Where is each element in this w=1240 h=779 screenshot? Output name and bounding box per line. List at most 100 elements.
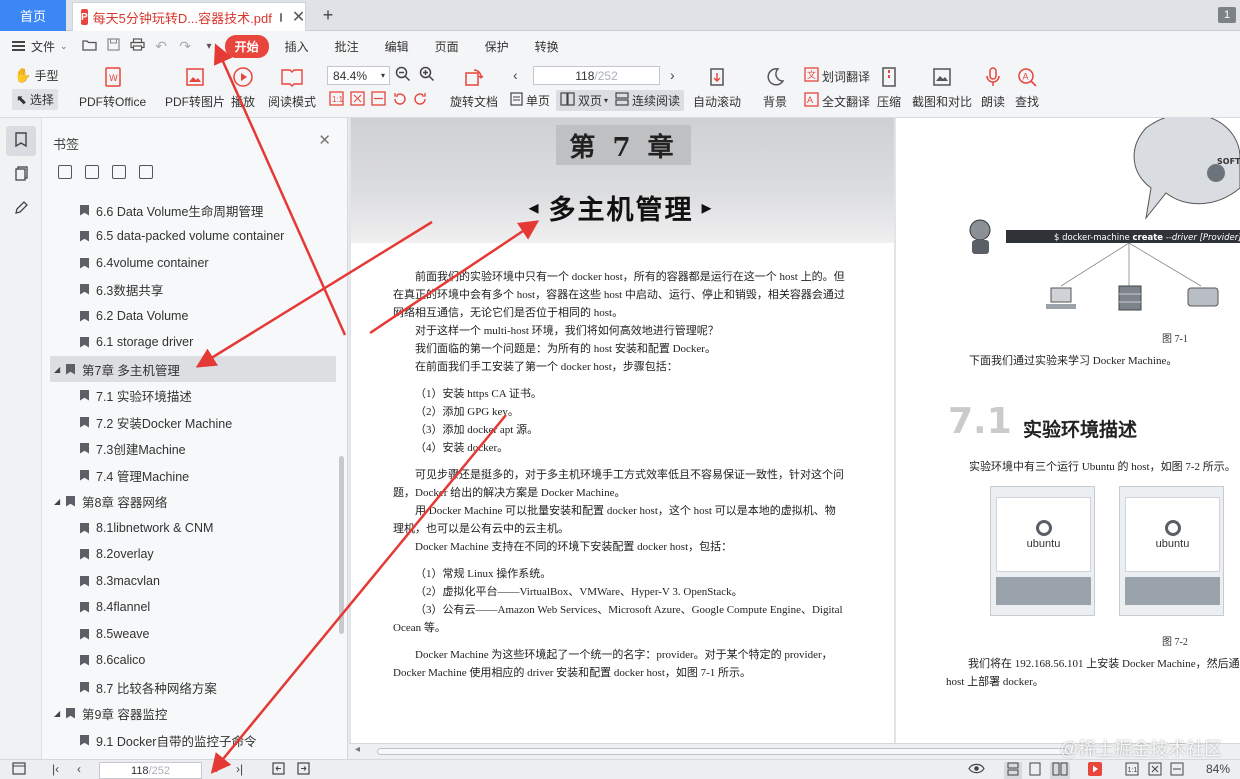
zoom-in-icon[interactable] (419, 66, 435, 85)
rotate-document-button[interactable]: 旋转文档 (450, 65, 498, 110)
bookmark-item[interactable]: 7.1 实验环境描述 (50, 382, 336, 408)
print-icon[interactable] (129, 38, 145, 54)
back-icon[interactable] (272, 762, 285, 778)
expanded-triangle-icon[interactable]: ◢ (54, 709, 62, 718)
full-translate-button[interactable]: A 全文翻译 (804, 92, 870, 110)
previous-page-icon[interactable]: ‹ (77, 762, 81, 776)
annotation-panel-button[interactable] (6, 194, 36, 224)
menu-tab-start[interactable]: 开始 (224, 34, 269, 58)
bookmark-item[interactable]: 8.4flannel (50, 594, 336, 620)
select-tool-button[interactable]: ⬉ 选择 (12, 89, 58, 110)
continuous-read-button[interactable]: 连续阅读 (611, 90, 685, 111)
view-double-icon[interactable] (1050, 762, 1070, 779)
menu-tab-insert[interactable]: 插入 (275, 35, 319, 58)
eye-protection-icon[interactable] (968, 762, 985, 778)
bookmark-item[interactable]: 8.6calico (50, 647, 336, 673)
forward-icon[interactable] (297, 762, 310, 778)
rotate-right-icon[interactable] (413, 91, 428, 109)
pdf-to-image-button[interactable]: PDF转图片 (165, 65, 225, 110)
next-page-icon[interactable]: › (215, 762, 219, 776)
view-page-icon[interactable] (1029, 762, 1041, 779)
actual-size-icon[interactable]: 1:1 (1125, 762, 1139, 779)
bookmark-item[interactable]: 7.2 安装Docker Machine (50, 409, 336, 435)
bookmark-panel-button[interactable] (6, 126, 36, 156)
undo-icon[interactable]: ↶ (154, 38, 169, 55)
view-single-icon[interactable] (1004, 762, 1022, 779)
read-aloud-button[interactable]: 朗读 (981, 65, 1005, 110)
screenshot-compare-button[interactable]: 截图和对比 (912, 65, 972, 110)
bookmark-item[interactable]: 8.2overlay (50, 541, 336, 567)
bookmark-item[interactable]: 8.3macvlan (50, 568, 336, 594)
zoom-select[interactable]: 84.4% ▾ (327, 66, 390, 85)
file-menu[interactable]: 文件 ⌄ (12, 38, 68, 55)
close-icon[interactable]: ✕ (318, 131, 331, 149)
bookmark-item-selected[interactable]: ◢ 第7章 多主机管理 (50, 356, 336, 382)
open-folder-icon[interactable] (81, 38, 97, 54)
close-tab-icon[interactable]: ✕ (292, 7, 305, 27)
bookmark-item[interactable]: 7.3创建Machine (50, 435, 336, 461)
monitor-icon[interactable] (279, 12, 282, 22)
expand-all-icon[interactable] (58, 165, 72, 179)
bookmark-item[interactable]: 9.1 Docker自带的监控子命令 (50, 727, 336, 753)
bookmark-item[interactable]: 6.5 data-packed volume container (50, 223, 336, 249)
previous-page-button[interactable]: ‹ (513, 67, 518, 83)
first-page-button[interactable]: |‹ (52, 762, 59, 776)
document-view[interactable]: 第 7 章 多主机管理 前面我们的实验环境中只有一个 docker host，所… (349, 118, 1240, 743)
bookmark-item[interactable]: 6.2 Data Volume (50, 303, 336, 329)
next-page-button[interactable]: › (670, 67, 675, 83)
new-tab-button[interactable]: + (318, 5, 338, 25)
read-mode-button[interactable]: 阅读模式 (268, 65, 316, 110)
play-button[interactable]: 播放 (231, 65, 255, 110)
sidebar-scrollbar[interactable] (339, 456, 344, 634)
zoom-level[interactable]: 84% (1206, 762, 1230, 776)
menu-tab-protect[interactable]: 保护 (475, 35, 519, 58)
auto-scroll-button[interactable]: 自动滚动 (693, 65, 741, 110)
compress-button[interactable]: 压缩 (877, 65, 901, 110)
bookmark-item[interactable]: 6.4volume container (50, 250, 336, 276)
zoom-out-icon[interactable] (395, 66, 411, 85)
bookmark-item[interactable]: ◢ 第9章 容器监控 (50, 700, 336, 726)
actual-size-icon[interactable]: 1:1 (329, 91, 344, 109)
bookmark-item[interactable]: 6.6 Data Volume生命周期管理 (50, 197, 336, 223)
page-number-input[interactable]: 118/252 (533, 66, 660, 85)
menu-tab-convert[interactable]: 转换 (525, 35, 569, 58)
menu-tab-annotate[interactable]: 批注 (325, 35, 369, 58)
background-button[interactable]: 背景 (763, 65, 787, 110)
rotate-left-icon[interactable] (392, 91, 407, 109)
fit-page-icon[interactable] (350, 91, 365, 109)
collapse-all-icon[interactable] (85, 165, 99, 179)
menu-tab-edit[interactable]: 编辑 (375, 35, 419, 58)
find-button[interactable]: A 查找 (1015, 65, 1039, 110)
scrollbar-thumb[interactable] (377, 748, 1069, 755)
customize-dropdown-icon[interactable]: ▾ (202, 41, 217, 52)
save-icon[interactable] (106, 38, 121, 54)
expanded-triangle-icon[interactable]: ◢ (54, 497, 62, 506)
fit-page-icon[interactable] (1148, 762, 1162, 779)
window-count-badge[interactable]: 1 (1218, 7, 1236, 23)
fit-width-icon[interactable] (1170, 762, 1184, 779)
scroll-left-icon[interactable]: ◂ (355, 744, 360, 755)
status-page-input[interactable]: 118/252 (99, 762, 202, 779)
play-slideshow-icon[interactable] (1088, 762, 1102, 779)
bookmark-item[interactable]: 8.1libnetwork & CNM (50, 515, 336, 541)
bookmark-item[interactable]: 6.3数据共享 (50, 276, 336, 302)
sidebar-toggle-icon[interactable] (12, 762, 26, 778)
bookmark-item[interactable]: 6.1 storage driver (50, 329, 336, 355)
bookmark-item[interactable]: 8.7 比较各种网络方案 (50, 674, 336, 700)
pdf-to-office-button[interactable]: W PDF转Office (79, 65, 146, 110)
single-page-button[interactable]: 单页 (510, 92, 550, 109)
bookmark-options-icon[interactable] (139, 165, 153, 179)
add-bookmark-icon[interactable] (112, 165, 126, 179)
last-page-button[interactable]: ›| (236, 762, 243, 776)
expanded-triangle-icon[interactable]: ◢ (54, 365, 62, 374)
bookmark-item[interactable]: 7.4 管理Machine (50, 462, 336, 488)
redo-icon[interactable]: ↷ (178, 38, 193, 55)
thumbnail-panel-button[interactable] (6, 160, 36, 190)
hand-tool-button[interactable]: ✋ 手型 (14, 67, 58, 84)
bookmark-item[interactable]: 8.5weave (50, 621, 336, 647)
fit-width-icon[interactable] (371, 91, 386, 109)
word-translate-button[interactable]: 文 划词翻译 (804, 67, 870, 85)
double-page-button[interactable]: 双页 ▾ (556, 90, 613, 111)
tab-document[interactable]: P 每天5分钟玩转D...容器技术.pdf ✕ (72, 2, 306, 31)
menu-tab-page[interactable]: 页面 (425, 35, 469, 58)
